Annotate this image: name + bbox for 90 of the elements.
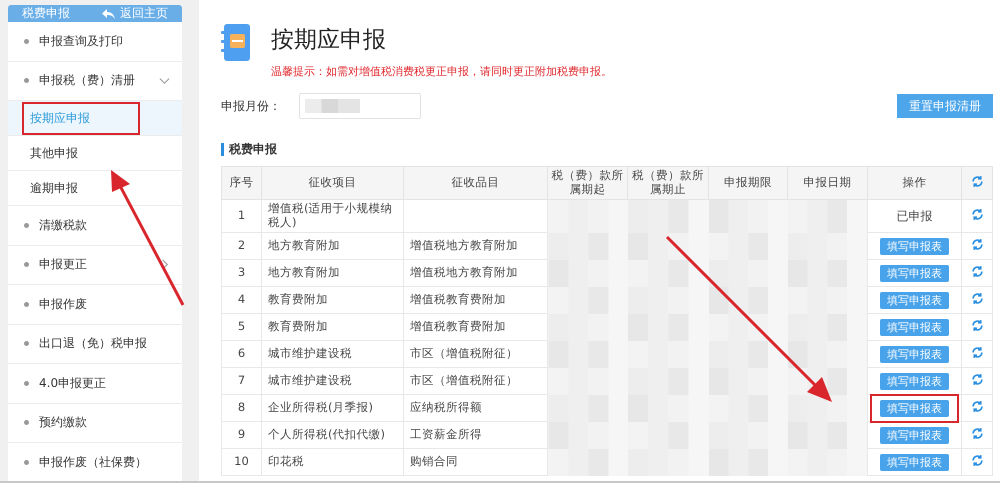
notice-text: 温馨提示：如需对增值税消费税更正申报，请同时更正附加税费申报。 (271, 64, 613, 79)
table-cell: 地方教育附加 (262, 260, 404, 286)
table-cell: 教育费附加 (262, 286, 404, 314)
column-header: 申报日期 (788, 166, 868, 200)
fill-form-button[interactable]: 填写申报表 (880, 318, 949, 336)
refresh-icon[interactable] (970, 238, 984, 251)
bullet-icon (24, 222, 29, 228)
submenu-item[interactable]: 其他申报 (8, 136, 182, 171)
table-cell: 4 (222, 286, 262, 314)
table-cell: 个人所得税(代扣代缴) (262, 422, 404, 448)
table-cell: 城市维护建设税 (262, 340, 404, 368)
column-header: 序号 (222, 166, 262, 200)
sidebar-item[interactable]: 申报作废（社保费） (8, 443, 182, 481)
sidebar-item[interactable]: 预约缴款 (8, 404, 182, 443)
table-cell: 3 (222, 260, 262, 286)
table-cell: 地方教育附加 (262, 232, 404, 260)
refresh-icon[interactable] (970, 208, 984, 221)
table-cell: 印花税 (262, 448, 404, 476)
month-label: 申报月份： (221, 98, 282, 114)
notebook-icon (221, 22, 251, 62)
table-cell: 7 (222, 368, 262, 394)
refresh-icon[interactable] (970, 454, 984, 467)
refresh-icon[interactable] (970, 264, 984, 278)
table-cell: 增值税地方教育附加 (404, 232, 548, 260)
refresh-icon[interactable] (970, 292, 984, 305)
bullet-icon (24, 38, 29, 44)
sidebar-item[interactable]: 申报税（费）清册 (8, 62, 182, 101)
table-cell: 增值税地方教育附加 (404, 260, 548, 286)
table-cell: 城市维护建设税 (262, 368, 404, 394)
table-cell: 市区（增值税附征） (404, 340, 548, 368)
blurred-value (305, 99, 360, 113)
column-header: 申报期限 (708, 166, 788, 200)
table-cell: 增值税教育费附加 (404, 314, 548, 340)
fill-form-button[interactable]: 填写申报表 (880, 426, 949, 444)
fill-form-button[interactable]: 填写申报表 (880, 346, 949, 362)
column-header: 操作 (868, 166, 962, 200)
submenu-item[interactable]: 按期应申报 (8, 101, 182, 136)
page-title: 按期应申报 (271, 26, 386, 55)
refresh-icon[interactable] (970, 426, 984, 440)
column-header: 征收品目 (404, 166, 548, 200)
back-arrow-icon (102, 8, 115, 18)
sidebar-item[interactable]: 申报作废 (8, 285, 182, 324)
back-home-link[interactable]: 返回主页 (102, 5, 168, 22)
month-field[interactable] (299, 93, 421, 119)
refresh-icon[interactable] (970, 372, 984, 386)
bullet-icon (24, 302, 29, 307)
column-header: 征收项目 (262, 166, 404, 200)
table-cell: 增值税(适用于小规模纳税人) (262, 200, 404, 232)
table-cell: 购销合同 (404, 448, 548, 476)
table-cell: 教育费附加 (262, 314, 404, 340)
submenu-item[interactable]: 逾期申报 (8, 171, 182, 206)
table-cell: 1 (222, 200, 262, 232)
sidebar-item[interactable]: 4.0申报更正 (8, 364, 182, 404)
sidebar-item[interactable]: 清缴税款 (8, 206, 182, 246)
sidebar-item[interactable]: 申报查询及打印 (8, 22, 182, 62)
sidebar-title: 税费申报 (22, 5, 70, 22)
table-cell: 工资薪金所得 (404, 422, 548, 448)
column-header: 税（费）款所属期起 (548, 166, 628, 200)
column-header: 税（费）款所属期止 (628, 166, 708, 200)
refresh-icon[interactable] (970, 318, 984, 332)
refresh-icon[interactable] (970, 346, 984, 359)
bullet-icon (24, 78, 29, 84)
bullet-icon (24, 262, 29, 268)
fill-form-button[interactable]: 填写申报表 (880, 372, 949, 390)
fill-form-button[interactable]: 填写申报表 (880, 292, 949, 308)
table-cell: 市区（增值税附征） (404, 368, 548, 394)
reset-button[interactable]: 重置申报清册 (897, 94, 993, 118)
refresh-icon[interactable] (970, 400, 984, 413)
table-cell: 8 (222, 394, 262, 422)
sidebar-item[interactable]: 出口退（免）税申报 (8, 324, 182, 364)
bullet-icon (24, 420, 29, 426)
fill-form-button[interactable]: 填写申报表 (880, 238, 949, 254)
table-cell: 6 (222, 340, 262, 368)
refresh-icon[interactable] (970, 174, 984, 188)
bullet-icon (24, 341, 29, 346)
section-title: 税费申报 (221, 143, 993, 156)
bullet-icon (24, 380, 29, 386)
fill-form-button[interactable]: 填写申报表 (880, 264, 949, 282)
table-cell: 5 (222, 314, 262, 340)
table-cell: 增值税教育费附加 (404, 286, 548, 314)
status-text: 已申报 (896, 208, 932, 223)
table-cell: 9 (222, 422, 262, 448)
fill-form-button[interactable]: 填写申报表 (880, 400, 949, 416)
table-cell: 10 (222, 448, 262, 476)
sidebar-item[interactable]: 申报更正 (8, 246, 182, 285)
table-cell: 企业所得税(月季报) (262, 394, 404, 422)
table-cell: 2 (222, 232, 262, 260)
fill-form-button[interactable]: 填写申报表 (880, 454, 949, 470)
table-cell: 应纳税所得额 (404, 394, 548, 422)
bullet-icon (24, 460, 29, 465)
